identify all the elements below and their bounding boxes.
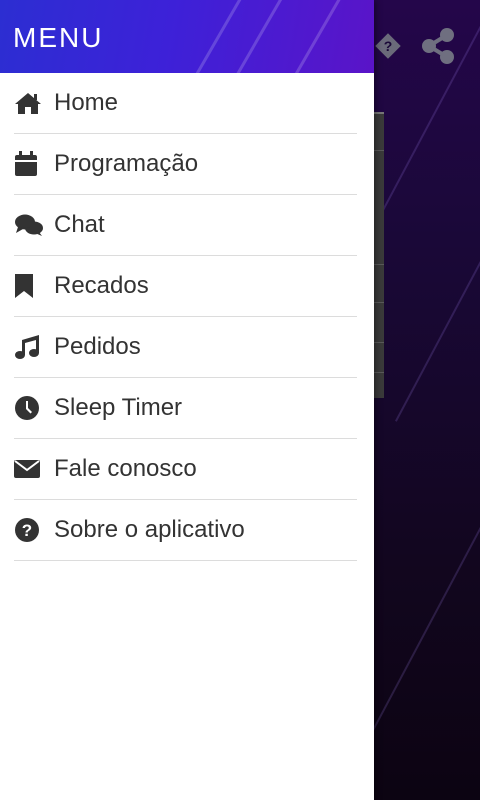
drawer-header: MENU (0, 0, 374, 73)
drawer-title: MENU (13, 22, 104, 53)
menu-item-sleep-timer[interactable]: Sleep Timer (14, 378, 357, 439)
menu-item-label: Home (54, 89, 119, 116)
bookmark-icon (14, 272, 44, 300)
navigation-drawer: MENU Home Programação Chat Recados Pedid… (0, 0, 374, 800)
menu-item-label: Chat (54, 211, 105, 238)
menu-item-recados[interactable]: Recados (14, 256, 357, 317)
menu-item-label: Pedidos (54, 333, 141, 360)
menu-item-label: Sobre o aplicativo (54, 516, 245, 543)
calendar-icon (14, 150, 44, 178)
envelope-icon (14, 455, 44, 483)
menu-item-label: Recados (54, 272, 149, 299)
background-toolbar: ? (374, 26, 456, 66)
help-diamond-icon[interactable]: ? (374, 32, 402, 60)
home-icon (14, 89, 44, 117)
question-circle-icon: ? (14, 516, 44, 544)
menu-item-sobre[interactable]: ? Sobre o aplicativo (14, 500, 357, 561)
menu-item-fale-conosco[interactable]: Fale conosco (14, 439, 357, 500)
menu-item-label: Programação (54, 150, 199, 177)
menu-item-programacao[interactable]: Programação (14, 134, 357, 195)
music-note-icon (14, 333, 44, 361)
menu-item-home[interactable]: Home (14, 73, 357, 134)
svg-text:?: ? (384, 38, 393, 54)
menu-item-label: Sleep Timer (54, 394, 183, 421)
chat-bubbles-icon (14, 211, 44, 239)
menu-item-chat[interactable]: Chat (14, 195, 357, 256)
share-icon[interactable] (420, 26, 456, 66)
menu-item-label: Fale conosco (54, 455, 197, 482)
background-player-card (374, 112, 384, 398)
decorative-streak (395, 138, 480, 422)
clock-icon (14, 394, 44, 422)
menu-item-pedidos[interactable]: Pedidos (14, 317, 357, 378)
svg-text:?: ? (22, 521, 32, 540)
menu-list: Home Programação Chat Recados Pedidos Sl… (0, 73, 374, 561)
